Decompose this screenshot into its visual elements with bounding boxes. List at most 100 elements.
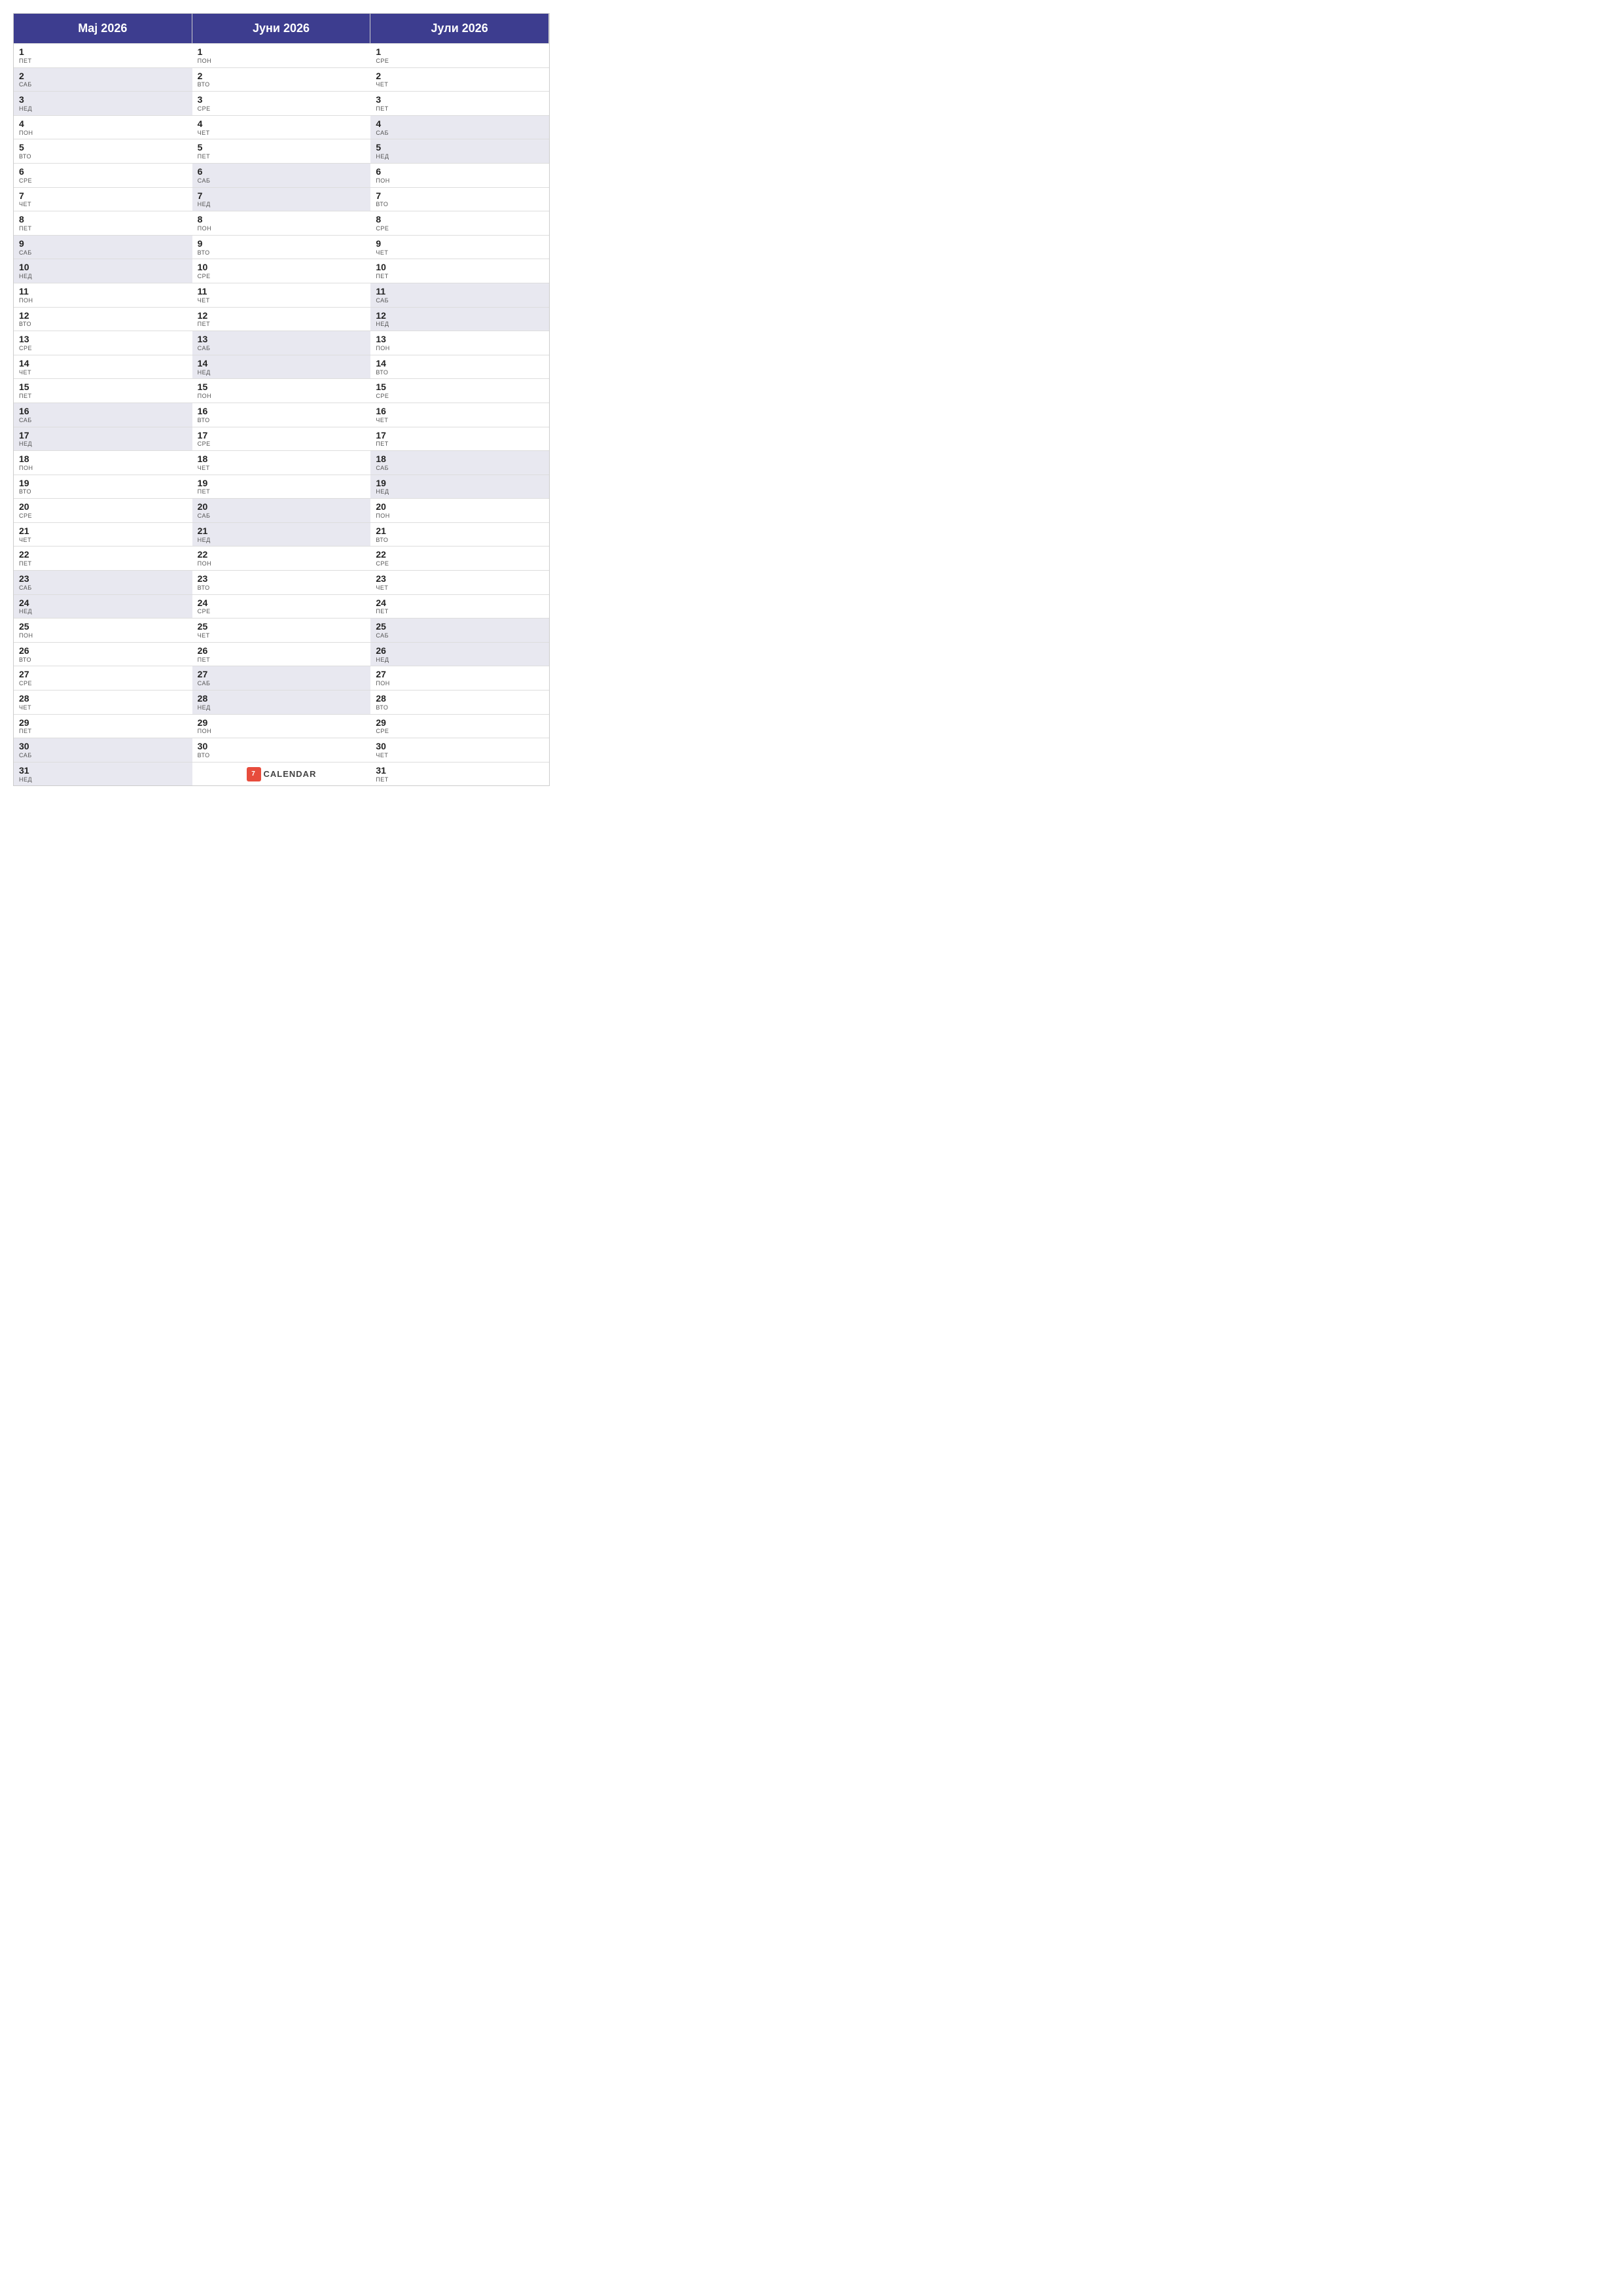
day-cell-m0-d21: 21ЧЕТ xyxy=(14,522,192,547)
day-number: 24 xyxy=(19,598,187,609)
day-number: 17 xyxy=(19,430,187,441)
day-cell-m0-d24: 24НЕД xyxy=(14,594,192,619)
day-cell-m2-d14: 14ВТО xyxy=(370,355,549,379)
day-cell-m1-d9: 9ВТО xyxy=(192,235,371,259)
day-number: 19 xyxy=(19,478,187,489)
day-name: ПОН xyxy=(376,680,544,687)
day-cell-m2-d15: 15СРЕ xyxy=(370,378,549,403)
day-name: ПОН xyxy=(198,560,366,567)
day-cell-m1-d21: 21НЕД xyxy=(192,522,371,547)
day-name: ПОН xyxy=(376,345,544,352)
day-name: ВТО xyxy=(198,81,366,88)
day-number: 25 xyxy=(19,621,187,632)
day-cell-m2-d2: 2ЧЕТ xyxy=(370,67,549,92)
day-name: ВТО xyxy=(198,752,366,759)
day-name: ПЕТ xyxy=(19,393,187,400)
day-number: 15 xyxy=(376,382,544,393)
day-name: ВТО xyxy=(19,488,187,495)
day-number: 29 xyxy=(198,717,366,728)
day-number: 1 xyxy=(198,46,366,58)
day-cell-m0-d6: 6СРЕ xyxy=(14,163,192,187)
day-number: 28 xyxy=(19,693,187,704)
day-name: ЧЕТ xyxy=(19,201,187,208)
day-number: 17 xyxy=(198,430,366,441)
day-cell-m0-d25: 25ПОН xyxy=(14,618,192,642)
day-name: СРЕ xyxy=(376,393,544,400)
day-cell-m0-d3: 3НЕД xyxy=(14,91,192,115)
day-cell-m0-d11: 11ПОН xyxy=(14,283,192,307)
day-cell-m0-d19: 19ВТО xyxy=(14,475,192,499)
day-cell-m1-d28: 28НЕД xyxy=(192,690,371,714)
day-name: СРЕ xyxy=(198,440,366,448)
day-name: НЕД xyxy=(376,153,544,160)
day-cell-m2-d11: 11САБ xyxy=(370,283,549,307)
day-name: СРЕ xyxy=(19,177,187,185)
day-name: ПОН xyxy=(19,130,187,137)
day-cell-m2-d4: 4САБ xyxy=(370,115,549,139)
day-cell-m0-d17: 17НЕД xyxy=(14,427,192,451)
logo: 7CALENDAR xyxy=(247,767,317,781)
day-name: ПОН xyxy=(19,297,187,304)
day-number: 22 xyxy=(198,549,366,560)
day-cell-m2-d27: 27ПОН xyxy=(370,666,549,690)
day-number: 6 xyxy=(198,166,366,177)
day-cell-m0-d29: 29ПЕТ xyxy=(14,714,192,738)
day-name: ЧЕТ xyxy=(19,537,187,544)
day-number: 3 xyxy=(376,94,544,105)
day-cell-m1-d5: 5ПЕТ xyxy=(192,139,371,163)
day-name: ЧЕТ xyxy=(198,297,366,304)
day-cell-m2-d19: 19НЕД xyxy=(370,475,549,499)
day-number: 31 xyxy=(19,765,187,776)
day-number: 10 xyxy=(198,262,366,273)
day-name: САБ xyxy=(19,584,187,592)
day-cell-m0-d18: 18ПОН xyxy=(14,450,192,475)
day-name: ПОН xyxy=(376,512,544,520)
day-cell-m2-d23: 23ЧЕТ xyxy=(370,570,549,594)
day-cell-m1-d16: 16ВТО xyxy=(192,403,371,427)
day-name: САБ xyxy=(376,465,544,472)
day-cell-m1-d6: 6САБ xyxy=(192,163,371,187)
day-cell-m2-d5: 5НЕД xyxy=(370,139,549,163)
day-name: ПЕТ xyxy=(19,560,187,567)
day-number: 21 xyxy=(376,526,544,537)
day-number: 20 xyxy=(198,501,366,512)
day-name: САБ xyxy=(376,130,544,137)
day-number: 25 xyxy=(376,621,544,632)
day-number: 12 xyxy=(198,310,366,321)
day-number: 8 xyxy=(376,214,544,225)
day-cell-m0-d26: 26ВТО xyxy=(14,642,192,666)
day-cell-m2-d26: 26НЕД xyxy=(370,642,549,666)
day-number: 22 xyxy=(19,549,187,560)
day-name: СРЕ xyxy=(198,273,366,280)
day-number: 21 xyxy=(198,526,366,537)
day-name: СРЕ xyxy=(19,345,187,352)
day-cell-m0-d16: 16САБ xyxy=(14,403,192,427)
day-name: СРЕ xyxy=(376,728,544,735)
day-number: 27 xyxy=(19,669,187,680)
day-number: 25 xyxy=(198,621,366,632)
logo-cell: 7CALENDAR xyxy=(192,762,371,786)
day-name: НЕД xyxy=(198,704,366,711)
day-name: ВТО xyxy=(376,369,544,376)
month-header-1: Јуни 2026 xyxy=(192,14,371,43)
day-number: 31 xyxy=(376,765,544,776)
day-number: 20 xyxy=(19,501,187,512)
day-name: НЕД xyxy=(198,201,366,208)
day-number: 20 xyxy=(376,501,544,512)
day-name: ПЕТ xyxy=(376,608,544,615)
day-cell-m0-d13: 13СРЕ xyxy=(14,331,192,355)
day-number: 7 xyxy=(198,190,366,202)
day-number: 18 xyxy=(376,454,544,465)
day-number: 6 xyxy=(376,166,544,177)
month-header-0: Maj 2026 xyxy=(14,14,192,43)
calendar-icon: 7 xyxy=(247,767,261,781)
day-number: 14 xyxy=(376,358,544,369)
day-cell-m2-d16: 16ЧЕТ xyxy=(370,403,549,427)
day-cell-m0-d8: 8ПЕТ xyxy=(14,211,192,235)
day-number: 2 xyxy=(198,71,366,82)
day-cell-m1-d25: 25ЧЕТ xyxy=(192,618,371,642)
day-cell-m1-d30: 30ВТО xyxy=(192,738,371,762)
day-cell-m2-d25: 25САБ xyxy=(370,618,549,642)
day-number: 18 xyxy=(19,454,187,465)
day-cell-m2-d30: 30ЧЕТ xyxy=(370,738,549,762)
